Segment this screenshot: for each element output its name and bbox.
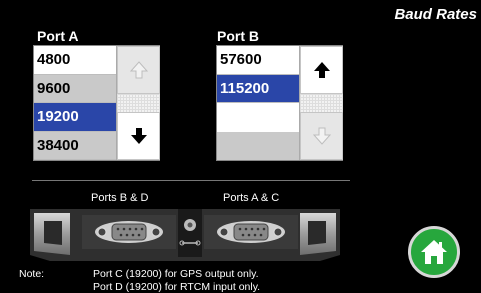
port-b-scroll-thumb[interactable] <box>300 94 343 112</box>
note-line-1: Port C (19200) for GPS output only. <box>93 268 259 280</box>
port-a-scroll-thumb[interactable] <box>117 94 160 112</box>
port-a-scroll-down-button[interactable] <box>117 112 160 160</box>
note-label: Note: <box>19 268 45 280</box>
port-b-scroll-up-button[interactable] <box>300 46 343 94</box>
note-line-2: Port D (19200) for RTCM input only. <box>93 281 261 293</box>
port-b-label: Port B <box>217 28 259 44</box>
port-b-list[interactable]: 57600 115200 <box>217 46 299 160</box>
port-b-listbox[interactable]: 57600 115200 <box>216 45 343 161</box>
port-a-label: Port A <box>37 28 79 44</box>
port-b-empty-row <box>217 131 299 160</box>
port-b-scrollbar[interactable] <box>299 46 343 160</box>
port-b-option-57600[interactable]: 57600 <box>217 46 299 75</box>
arrow-down-icon <box>130 128 147 144</box>
port-a-list[interactable]: 4800 9600 19200 38400 <box>34 46 116 160</box>
port-a-option-4800[interactable]: 4800 <box>34 46 116 75</box>
port-a-scrollbar[interactable] <box>116 46 160 160</box>
port-b-empty-row <box>217 103 299 132</box>
port-a-option-9600[interactable]: 9600 <box>34 74 116 103</box>
ports-b-d-label: Ports B & D <box>91 192 149 204</box>
arrow-up-icon <box>313 62 330 78</box>
port-b-scroll-down-button[interactable] <box>300 112 343 160</box>
divider <box>32 180 350 181</box>
arrow-up-icon <box>129 61 148 79</box>
home-icon <box>421 240 447 264</box>
page-title: Baud Rates <box>394 6 477 23</box>
home-button[interactable] <box>408 226 460 278</box>
port-a-option-38400[interactable]: 38400 <box>34 131 116 160</box>
arrow-down-icon <box>312 127 331 145</box>
port-a-scroll-up-button[interactable] <box>117 46 160 94</box>
port-a-listbox[interactable]: 4800 9600 19200 38400 <box>33 45 160 161</box>
ports-a-c-label: Ports A & C <box>223 192 280 204</box>
port-b-option-115200[interactable]: 115200 <box>217 74 299 103</box>
port-a-option-19200[interactable]: 19200 <box>34 103 116 132</box>
connector-panel-illustration <box>30 209 340 261</box>
